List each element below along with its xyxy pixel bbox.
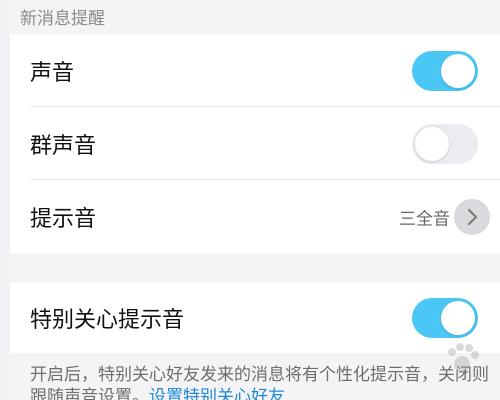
chevron-right-icon-svg: [468, 208, 477, 225]
row-alert-tone[interactable]: 提示音 三全音: [10, 180, 500, 253]
footer-note: 开启后，特别关心好友发来的消息将有个性化提示音，关闭则跟随声音设置。设置特别关心…: [30, 364, 490, 400]
row-alert-tone-label: 提示音: [30, 206, 97, 232]
toggle-knob: [441, 301, 475, 335]
row-group-sound[interactable]: 群声音: [10, 107, 500, 180]
special-care-toggle[interactable]: [412, 298, 478, 338]
alert-tone-value: 三全音: [399, 209, 450, 229]
set-special-care-friends-link[interactable]: 设置特别关心好友: [149, 387, 285, 400]
toggle-knob: [441, 53, 475, 88]
row-sound[interactable]: 声音: [10, 34, 500, 107]
settings-group-special-care: 特别关心提示音: [10, 283, 500, 353]
row-sound-label: 声音: [30, 60, 75, 86]
paw-watermark-icon: [442, 338, 482, 382]
toggle-knob: [415, 126, 449, 161]
row-special-care-label: 特别关心提示音: [30, 308, 185, 333]
paw-watermark-svg: [448, 343, 479, 372]
row-group-sound-label: 群声音: [30, 133, 97, 159]
group-sound-toggle[interactable]: [412, 123, 478, 164]
row-special-care[interactable]: 特别关心提示音: [10, 283, 500, 353]
sound-toggle[interactable]: [412, 50, 478, 91]
section-header-new-message: 新消息提醒: [20, 9, 105, 29]
chevron-right-icon[interactable]: [454, 198, 490, 235]
settings-group-notifications: 声音 群声音 提示音 三全音: [10, 34, 500, 253]
